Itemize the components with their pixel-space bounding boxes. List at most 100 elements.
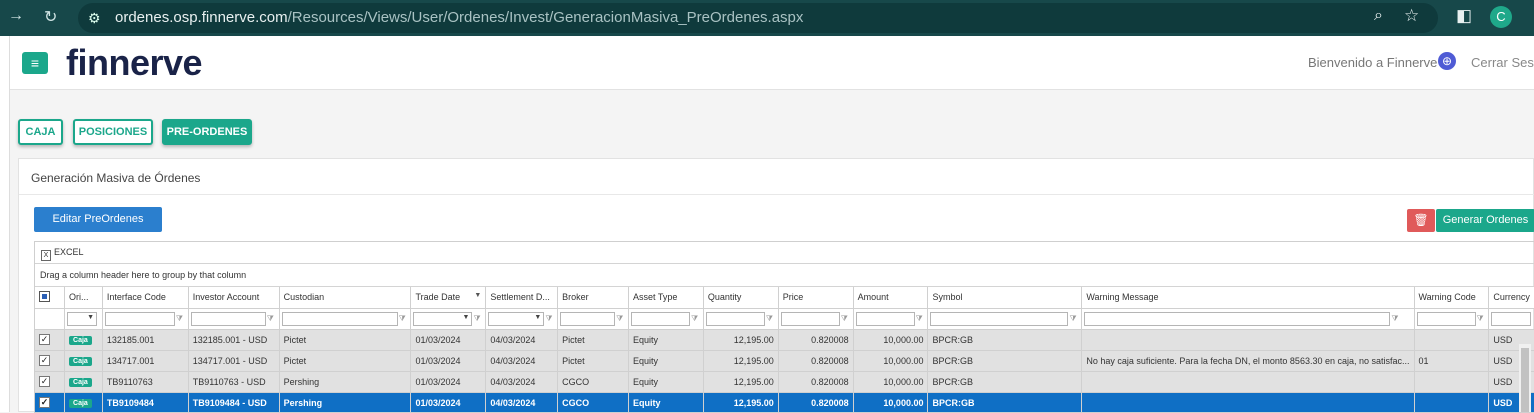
cell-quantity: 12,195.00	[703, 350, 779, 372]
left-edge	[0, 36, 10, 412]
chevron-down-icon: ▼	[462, 313, 470, 321]
col-header-price[interactable]: Price	[778, 287, 854, 309]
excel-export-button[interactable]: X EXCEL	[41, 247, 84, 261]
cell-select: ✓	[35, 371, 66, 393]
col-header-warning-code[interactable]: Warning Code	[1414, 287, 1490, 309]
welcome-text: Bienvenido a Finnerve	[1308, 55, 1438, 70]
logout-link[interactable]: Cerrar Sesión	[1471, 55, 1534, 70]
filter-icon[interactable]: ⧩	[399, 314, 406, 324]
filter-icon[interactable]: ⧩	[473, 314, 480, 324]
filter-icon[interactable]: ⧩	[1477, 314, 1484, 324]
filter-icon[interactable]: ⧩	[176, 314, 183, 324]
investor-account-filter[interactable]	[190, 311, 266, 326]
address-bar[interactable]: ⚙ ordenes.osp.finnerve.com/Resources/Vie…	[78, 3, 1438, 33]
table-row[interactable]: ✓ Caja 134717.001 134717.001 - USD Pictet 01/…	[35, 350, 1534, 372]
col-header-quantity[interactable]: Quantity	[703, 287, 779, 309]
col-header-warning-message[interactable]: Warning Message	[1081, 287, 1415, 309]
filter-icon[interactable]: ⧩	[841, 314, 848, 324]
cell-asset-type: Equity	[628, 350, 704, 372]
excel-label: EXCEL	[54, 247, 84, 257]
select-all-checkbox[interactable]	[39, 290, 50, 302]
filter-icon[interactable]: ⧩	[1391, 314, 1398, 324]
filter-icon[interactable]: ⧩	[545, 314, 552, 324]
cell-interface-code: 134717.001	[102, 350, 189, 372]
col-header-investor-account[interactable]: Investor Account	[188, 287, 280, 309]
filter-cell-trade-date: ▼ ⧩	[410, 308, 487, 330]
col-header-settlement-date[interactable]: Settlement D...	[485, 287, 559, 309]
broker-filter[interactable]	[560, 311, 616, 326]
col-header-currency[interactable]: Currency	[1488, 287, 1534, 309]
col-header-asset-type[interactable]: Asset Type	[628, 287, 704, 309]
cell-amount: 10,000.00	[853, 371, 929, 393]
filter-icon[interactable]: ⧩	[267, 314, 274, 324]
row-checkbox[interactable]: ✓	[39, 397, 50, 408]
cell-warning-code	[1414, 371, 1490, 393]
col-header-amount[interactable]: Amount	[853, 287, 929, 309]
table-row[interactable]: ✓ Caja TB9110763 TB9110763 - USD Pershing 01/…	[35, 371, 1534, 393]
price-filter[interactable]	[780, 311, 840, 326]
filter-icon[interactable]: ⧩	[616, 314, 623, 324]
col-header-broker[interactable]: Broker	[557, 287, 630, 309]
col-header-origin[interactable]: Ori...	[64, 287, 103, 309]
side-panel-icon[interactable]: ◧	[1456, 6, 1472, 26]
filter-icon[interactable]: ⧩	[766, 314, 773, 324]
zoom-icon[interactable]: ⌕	[1374, 7, 1383, 25]
delete-button[interactable]: 🗑	[1407, 209, 1435, 232]
warning-code-filter[interactable]	[1416, 311, 1476, 326]
cell-asset-type: Equity	[628, 329, 704, 351]
warning-message-filter[interactable]	[1084, 311, 1391, 326]
generate-orders-button[interactable]: Generar Ordenes	[1436, 209, 1534, 232]
cell-trade-date: 01/03/2024	[410, 329, 487, 351]
custodian-filter[interactable]	[281, 311, 398, 326]
col-header-interface-code[interactable]: Interface Code	[102, 287, 189, 309]
filter-icon[interactable]: ⧩	[916, 314, 923, 324]
trade-date-filter[interactable]: ▼	[413, 311, 473, 326]
vertical-scrollbar[interactable]	[1519, 344, 1531, 412]
table-row[interactable]: ✓ Caja 132185.001 132185.001 - USD Pictet 01/…	[35, 329, 1534, 351]
currency-filter[interactable]	[1491, 311, 1532, 326]
col-header-custodian[interactable]: Custodian	[279, 287, 412, 309]
cell-broker: CGCO	[557, 371, 630, 393]
grid-table: Ori... Interface Code Investor Account C…	[35, 287, 1534, 412]
reload-icon[interactable]: ↻	[44, 7, 57, 27]
tab-pre-ordenes[interactable]: PRE-ORDENES	[162, 119, 252, 145]
select-all-header[interactable]	[35, 287, 66, 309]
forward-icon[interactable]: →	[8, 7, 24, 25]
row-checkbox[interactable]: ✓	[39, 376, 50, 387]
filter-cell-currency	[1488, 308, 1534, 330]
cell-trade-date: 01/03/2024	[410, 371, 487, 393]
col-header-symbol[interactable]: Symbol	[927, 287, 1083, 309]
globe-icon[interactable]: ⊕	[1438, 52, 1456, 70]
asset-type-filter[interactable]	[631, 311, 691, 326]
scrollbar-thumb[interactable]	[1521, 348, 1529, 412]
col-header-trade-date[interactable]: Trade Date ▼	[410, 287, 487, 309]
edit-preorders-button[interactable]: Editar PreOrdenes	[34, 207, 162, 232]
group-panel[interactable]: Drag a column header here to group by th…	[35, 263, 1534, 287]
filter-icon[interactable]: ⧩	[1069, 314, 1076, 324]
origin-badge: Caja	[69, 399, 92, 408]
site-settings-icon[interactable]: ⚙	[88, 10, 101, 27]
symbol-filter[interactable]	[930, 311, 1069, 326]
cell-warning-message	[1081, 371, 1415, 393]
origin-filter-dropdown[interactable]: ▼	[67, 311, 98, 326]
menu-toggle-button[interactable]: ≡	[22, 52, 48, 74]
profile-avatar[interactable]: C	[1490, 6, 1512, 28]
interface-code-filter[interactable]	[104, 311, 175, 326]
filter-cell-quantity: ⧩	[703, 308, 779, 330]
table-row[interactable]: ✓ Caja TB9109484 TB9109484 - USD Pershing 01/…	[35, 392, 1534, 412]
tab-caja[interactable]: CAJA	[18, 119, 63, 145]
settlement-date-filter[interactable]: ▼	[488, 311, 545, 326]
filter-icon[interactable]: ⧩	[691, 314, 698, 324]
app-header: ≡ finnerve Bienvenido a Finnerve ⊕ Cerra…	[10, 36, 1534, 90]
row-checkbox[interactable]: ✓	[39, 334, 50, 345]
chevron-down-icon: ▼	[534, 313, 542, 321]
row-checkbox[interactable]: ✓	[39, 355, 50, 366]
cell-symbol: BPCR:GB	[927, 350, 1083, 372]
amount-filter[interactable]	[855, 311, 915, 326]
tab-posiciones[interactable]: POSICIONES	[73, 119, 153, 145]
finnerve-logo: finnerve	[66, 42, 203, 83]
bookmark-star-icon[interactable]: ☆	[1404, 6, 1419, 26]
trash-icon: 🗑	[1413, 213, 1429, 227]
quantity-filter[interactable]	[705, 311, 765, 326]
cell-settlement-date: 04/03/2024	[485, 392, 559, 412]
